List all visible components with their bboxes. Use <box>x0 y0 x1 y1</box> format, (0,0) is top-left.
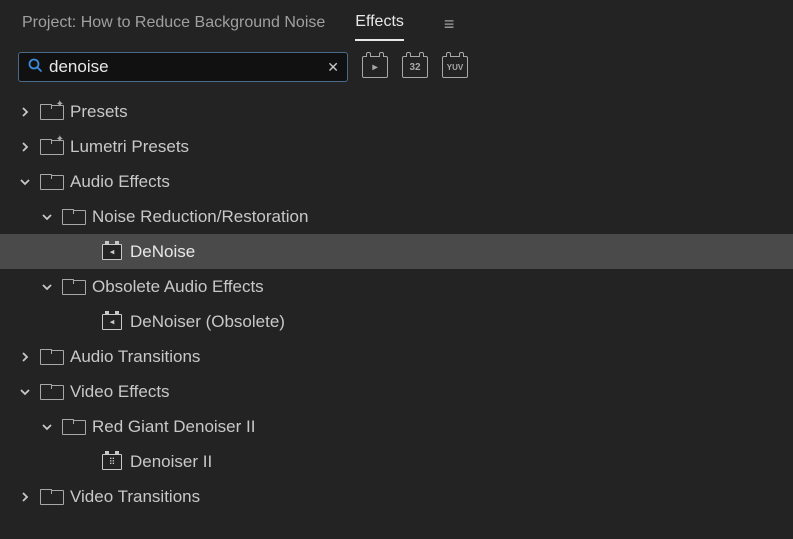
item-label: Denoiser II <box>130 452 212 472</box>
item-label: Lumetri Presets <box>70 137 189 157</box>
video-effect-icon: ⠿ <box>102 454 122 470</box>
search-box[interactable]: ✕ <box>18 52 348 82</box>
search-row: ✕ ▸ 32 YUV <box>0 42 793 90</box>
effects-tree[interactable]: ✦ Presets ✦ Lumetri Presets Audio Effects Noi… <box>0 90 793 539</box>
folder-icon <box>62 419 84 435</box>
accelerated-effects-filter-icon[interactable]: ▸ <box>362 56 388 78</box>
item-label: Obsolete Audio Effects <box>92 277 264 297</box>
effect-folder[interactable]: Video Transitions <box>0 479 793 514</box>
effects-panel: Project: How to Reduce Background Noise … <box>0 0 793 539</box>
panel-menu-icon[interactable]: ≡ <box>434 14 455 35</box>
chevron-right-icon[interactable] <box>18 350 32 364</box>
effect-item[interactable]: ◂ DeNoise <box>0 234 793 269</box>
effect-folder[interactable]: Video Effects <box>0 374 793 409</box>
effect-folder[interactable]: ✦ Presets <box>0 94 793 129</box>
audio-effect-icon: ◂ <box>102 244 122 260</box>
effect-folder[interactable]: Audio Transitions <box>0 339 793 374</box>
item-label: Video Effects <box>70 382 170 402</box>
item-label: Video Transitions <box>70 487 200 507</box>
tab-project[interactable]: Project: How to Reduce Background Noise <box>22 8 325 40</box>
search-icon <box>27 57 43 78</box>
folder-icon <box>40 349 62 365</box>
folder-preset-icon: ✦ <box>40 139 62 155</box>
folder-icon <box>62 279 84 295</box>
chevron-down-icon[interactable] <box>18 175 32 189</box>
chevron-right-icon[interactable] <box>18 140 32 154</box>
panel-tabbar: Project: How to Reduce Background Noise … <box>0 0 793 42</box>
chevron-down-icon[interactable] <box>40 420 54 434</box>
clear-search-icon[interactable]: ✕ <box>327 59 339 76</box>
arrow-spacer <box>80 315 94 329</box>
item-label: DeNoiser (Obsolete) <box>130 312 285 332</box>
arrow-spacer <box>80 455 94 469</box>
effect-item[interactable]: ⠿ Denoiser II <box>0 444 793 479</box>
chevron-down-icon[interactable] <box>40 280 54 294</box>
item-label: Red Giant Denoiser II <box>92 417 255 437</box>
item-label: DeNoise <box>130 242 195 262</box>
item-label: Audio Effects <box>70 172 170 192</box>
32bit-effects-filter-icon[interactable]: 32 <box>402 56 428 78</box>
item-label: Noise Reduction/Restoration <box>92 207 308 227</box>
folder-preset-icon: ✦ <box>40 104 62 120</box>
effect-folder[interactable]: ✦ Lumetri Presets <box>0 129 793 164</box>
folder-icon <box>40 489 62 505</box>
effect-folder[interactable]: Noise Reduction/Restoration <box>0 199 793 234</box>
tab-effects[interactable]: Effects <box>355 7 404 41</box>
item-label: Audio Transitions <box>70 347 200 367</box>
effect-folder[interactable]: Audio Effects <box>0 164 793 199</box>
arrow-spacer <box>80 245 94 259</box>
folder-icon <box>62 209 84 225</box>
yuv-effects-filter-icon[interactable]: YUV <box>442 56 468 78</box>
effect-item[interactable]: ◂ DeNoiser (Obsolete) <box>0 304 793 339</box>
search-input[interactable] <box>43 57 327 77</box>
effect-folder[interactable]: Obsolete Audio Effects <box>0 269 793 304</box>
chevron-down-icon[interactable] <box>18 385 32 399</box>
effect-folder[interactable]: Red Giant Denoiser II <box>0 409 793 444</box>
chevron-right-icon[interactable] <box>18 105 32 119</box>
folder-icon <box>40 384 62 400</box>
folder-icon <box>40 174 62 190</box>
audio-effect-icon: ◂ <box>102 314 122 330</box>
chevron-down-icon[interactable] <box>40 210 54 224</box>
item-label: Presets <box>70 102 128 122</box>
chevron-right-icon[interactable] <box>18 490 32 504</box>
